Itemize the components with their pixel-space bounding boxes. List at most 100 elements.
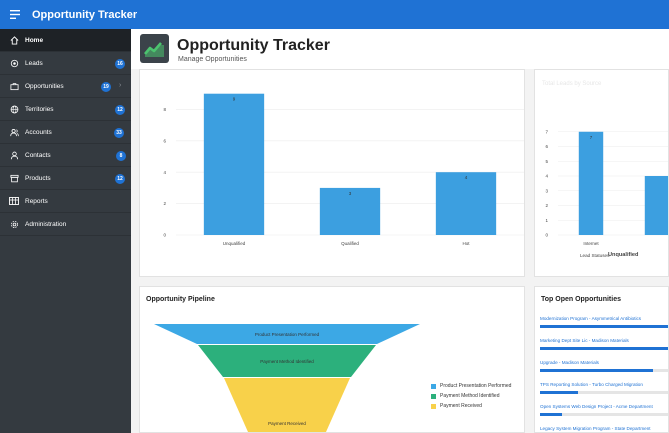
progress-fill: [540, 391, 578, 394]
opportunity-link[interactable]: Upgrade - Madison Materials: [540, 360, 668, 365]
bar-internet: [578, 131, 604, 235]
sidebar-item-products[interactable]: Products 12: [0, 167, 131, 190]
sidebar-item-home[interactable]: Home: [0, 29, 131, 52]
opportunity-pipeline-card: Opportunity Pipeline Product Presentatio…: [139, 286, 525, 433]
chevron-right-icon[interactable]: ›: [119, 82, 121, 89]
list-item: Upgrade - Madison Materials: [540, 360, 668, 372]
briefcase-icon: [3, 82, 25, 91]
menu-toggle-button[interactable]: [0, 0, 29, 29]
y-tick-label: 2: [545, 203, 548, 208]
count-badge: 33: [114, 128, 124, 138]
funnel-stage-label: Payment Received: [268, 421, 306, 426]
progress-track: [540, 391, 668, 394]
funnel-stage-label: Payment Method Identified: [260, 359, 314, 364]
home-icon: [3, 35, 25, 45]
y-tick-label: 0: [545, 233, 548, 238]
progress-fill: [540, 325, 668, 328]
sidebar-item-contacts[interactable]: Contacts 8: [0, 144, 131, 167]
opportunity-link[interactable]: Marketing Dept Site Lic - Madison Materi…: [540, 338, 668, 343]
sidebar-item-label: Home: [25, 36, 44, 44]
legend-label: Payment Received: [440, 403, 482, 409]
progress-fill: [540, 413, 563, 416]
y-tick-label: 7: [545, 129, 548, 134]
total-leads-card: Total Leads by Source 0 1 2 3 4 5 6 7 7 Internet …: [534, 69, 669, 277]
y-tick-label: 0: [163, 233, 166, 238]
legend-item-unqualified[interactable]: Unqualified: [608, 252, 638, 258]
opportunity-link[interactable]: Legacy System Migration Program - State …: [540, 426, 668, 431]
list-item: Legacy System Migration Program - State …: [540, 426, 668, 432]
progress-track: [540, 413, 668, 416]
y-tick-label: 8: [163, 107, 166, 112]
bar-partial: [644, 176, 668, 235]
sidebar-item-label: Administration: [25, 220, 67, 228]
users-icon: [3, 128, 25, 137]
legend-label: Payment Method Identified: [440, 393, 500, 399]
legend-item-product-presentation[interactable]: Product Presentation Performed: [431, 383, 511, 389]
legend-title: Lead Statuses: [580, 253, 610, 258]
progress-track: [540, 325, 668, 328]
main-content: Opportunity Tracker Manage Opportunities…: [131, 29, 669, 433]
count-badge: 12: [115, 174, 125, 184]
legend-swatch: [431, 393, 436, 399]
card-title: Total Leads by Source: [542, 81, 602, 87]
list-item: Marketing Dept Site Lic - Madison Materi…: [540, 338, 668, 350]
legend-item-payment-received[interactable]: Payment Received: [431, 403, 482, 409]
sidebar-item-reports[interactable]: Reports: [0, 190, 131, 213]
y-tick-label: 4: [163, 170, 166, 175]
y-tick-label: 2: [163, 201, 166, 206]
hamburger-icon: [9, 10, 20, 19]
legend-item-payment-method[interactable]: Payment Method Identified: [431, 393, 499, 399]
opportunity-link[interactable]: TPS Reporting Solution - Turbo Charged M…: [540, 382, 668, 387]
card-title: Top Open Opportunities: [541, 296, 621, 303]
sidebar-item-administration[interactable]: Administration: [0, 213, 131, 236]
top-open-opportunities-card: Top Open Opportunities Modernization Pro…: [534, 286, 669, 433]
y-tick-label: 6: [545, 144, 548, 149]
count-badge: 19: [101, 82, 111, 92]
count-badge: 12: [115, 105, 125, 115]
opportunity-link[interactable]: Modernization Program - Asymmetrical Ant…: [540, 316, 668, 321]
y-tick-label: 1: [545, 218, 548, 223]
list-item: Open Systems Web Design Project - Acme D…: [540, 404, 668, 416]
progress-track: [540, 347, 668, 350]
x-tick-label: Internet: [583, 241, 599, 246]
bar-hot: [435, 172, 497, 235]
x-tick-label: Hot: [462, 241, 470, 246]
target-icon: [3, 59, 25, 68]
funnel-stage-label: Product Presentation Performed: [255, 332, 320, 337]
hero-region: Opportunity Tracker Manage Opportunities: [131, 29, 669, 69]
y-tick-label: 5: [545, 159, 548, 164]
lead-status-chart-card: 0 2 4 6 8 9 Unqualified 3 Qualified 4 Hot: [139, 69, 525, 277]
sidebar-item-accounts[interactable]: Accounts 33: [0, 121, 131, 144]
table-icon: [3, 197, 25, 205]
app-title[interactable]: Opportunity Tracker: [32, 9, 137, 21]
page-title: Opportunity Tracker: [177, 37, 330, 54]
legend-label: Product Presentation Performed: [440, 383, 512, 389]
progress-fill: [540, 347, 668, 350]
chart-logo-icon: [140, 34, 169, 63]
leads-by-source-bar-chart: 012345677Internet: [545, 129, 668, 246]
count-badge: 8: [116, 151, 126, 161]
sidebar-item-opportunities[interactable]: Opportunities 19 ›: [0, 75, 131, 98]
y-tick-label: 4: [545, 174, 548, 179]
sidebar-item-leads[interactable]: Leads 16: [0, 52, 131, 75]
x-tick-label: Unqualified: [223, 241, 246, 246]
page-subtitle: Manage Opportunities: [178, 56, 247, 63]
gear-icon: [3, 220, 25, 229]
user-icon: [3, 151, 25, 160]
progress-fill: [540, 369, 654, 372]
sidebar-item-territories[interactable]: Territories 12: [0, 98, 131, 121]
legend-swatch: [431, 403, 436, 409]
y-tick-label: 6: [163, 138, 166, 143]
opportunity-pipeline-funnel-chart: Product Presentation Performed Payment Me…: [154, 324, 420, 432]
list-item: Modernization Program - Asymmetrical Ant…: [540, 316, 668, 328]
progress-track: [540, 369, 668, 372]
lead-status-bar-chart: 024689Unqualified3Qualified4Hot: [163, 93, 524, 246]
y-tick-label: 3: [545, 188, 548, 193]
opportunity-link[interactable]: Open Systems Web Design Project - Acme D…: [540, 404, 668, 409]
legend-swatch: [431, 383, 436, 389]
box-icon: [3, 174, 25, 183]
sidebar-item-label: Opportunities: [25, 82, 64, 90]
count-badge: 16: [115, 59, 125, 69]
globe-icon: [3, 105, 25, 114]
x-tick-label: Qualified: [341, 241, 359, 246]
